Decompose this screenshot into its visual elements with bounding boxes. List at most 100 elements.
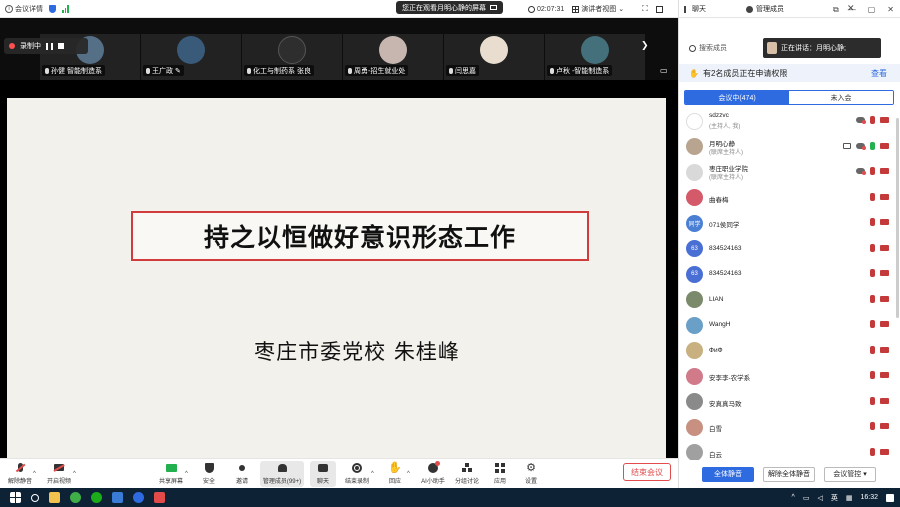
- mic-muted-icon[interactable]: [870, 396, 875, 405]
- security-button[interactable]: 安全: [191, 461, 227, 485]
- fullscreen-icon[interactable]: ⛶: [642, 4, 648, 14]
- camera-off-icon[interactable]: [880, 270, 889, 276]
- member-row[interactable]: 63 834524163: [679, 263, 900, 285]
- camera-off-icon[interactable]: [880, 193, 889, 200]
- ime-grid-icon[interactable]: ▦: [846, 494, 853, 502]
- stop-recording-icon[interactable]: [58, 43, 64, 49]
- window-mode-icon[interactable]: [655, 5, 663, 13]
- start-video-button[interactable]: 开启视频: [41, 461, 77, 485]
- app-icon[interactable]: [112, 492, 123, 503]
- share-screen-button[interactable]: 共享屏幕: [153, 461, 189, 485]
- search-icon[interactable]: [31, 493, 39, 502]
- chat-tab[interactable]: 聊天: [679, 4, 711, 14]
- popout-icon[interactable]: ⧉: [833, 5, 839, 15]
- mic-muted-icon[interactable]: [870, 345, 875, 354]
- camera-off-icon[interactable]: [880, 117, 889, 123]
- video-tile[interactable]: 周勇-招生就业处: [343, 34, 443, 80]
- mic-muted-icon[interactable]: [870, 320, 875, 328]
- minimize-icon[interactable]: —: [848, 5, 856, 14]
- mic-muted-icon[interactable]: [870, 422, 875, 430]
- member-row[interactable]: 白云: [679, 442, 900, 460]
- view-mode-button[interactable]: 演讲者视图 ⌄: [572, 4, 624, 14]
- member-row[interactable]: WangH: [679, 314, 900, 336]
- invite-button[interactable]: 邀请: [224, 461, 260, 485]
- chevron-up-icon[interactable]: ^: [185, 471, 188, 477]
- ai-assistant-button[interactable]: AI小助手: [415, 460, 451, 485]
- member-row[interactable]: 曲春梅: [679, 187, 900, 209]
- mic-muted-icon[interactable]: [870, 447, 875, 456]
- settings-button[interactable]: ⚙ 设置: [513, 461, 549, 485]
- unmute-all-button[interactable]: 解除全体静音: [763, 466, 815, 482]
- member-list-scrollbar[interactable]: [896, 118, 899, 318]
- mic-muted-icon[interactable]: [870, 192, 875, 201]
- wps-icon[interactable]: [154, 492, 165, 503]
- breakout-rooms-button[interactable]: 分组讨论: [449, 461, 485, 485]
- input-language[interactable]: 英: [831, 493, 838, 503]
- tencent-meeting-icon[interactable]: [133, 492, 144, 503]
- member-row[interactable]: 枣庄职业学院 (联席主持人): [679, 161, 900, 183]
- member-row[interactable]: 白雪: [679, 416, 900, 438]
- camera-off-icon[interactable]: [880, 295, 889, 302]
- camera-off-icon[interactable]: [880, 372, 889, 378]
- meeting-control-button[interactable]: 会议管控 ▾: [824, 466, 876, 482]
- members-tab[interactable]: 管理成员: [741, 4, 789, 14]
- network-signal-icon[interactable]: [62, 4, 69, 13]
- mic-muted-icon[interactable]: [870, 116, 875, 124]
- windows-start-icon[interactable]: [10, 492, 21, 503]
- mic-on-icon[interactable]: [870, 141, 875, 150]
- chevron-right-icon[interactable]: ❯: [641, 40, 651, 60]
- notification-icon[interactable]: [886, 493, 894, 502]
- pause-recording-icon[interactable]: [46, 42, 53, 50]
- view-requests-link[interactable]: 查看: [871, 68, 887, 79]
- video-tile[interactable]: 闫思嘉: [444, 34, 544, 80]
- wechat-icon[interactable]: [91, 492, 102, 503]
- stop-recording-button[interactable]: 结束录制: [339, 461, 375, 485]
- browser-icon[interactable]: [70, 492, 81, 503]
- tab-in-meeting[interactable]: 会议中(474): [685, 91, 789, 104]
- video-tile[interactable]: 化工与制药系 张良: [242, 34, 342, 80]
- video-tile[interactable]: 王广政 ✎: [141, 34, 241, 80]
- chevron-up-icon[interactable]: ^: [792, 494, 795, 501]
- security-shield-icon[interactable]: [49, 4, 56, 13]
- collapse-strip-icon[interactable]: ▭: [660, 66, 672, 76]
- camera-off-icon[interactable]: [880, 244, 889, 251]
- member-row[interactable]: 安李李-农学系: [679, 365, 900, 387]
- camera-off-icon[interactable]: [880, 219, 889, 225]
- volume-icon[interactable]: ◁: [817, 494, 822, 502]
- meeting-info-button[interactable]: i 会议详情: [5, 4, 43, 14]
- camera-off-icon[interactable]: [880, 168, 889, 174]
- mic-muted-icon[interactable]: [870, 294, 875, 303]
- close-window-icon[interactable]: ✕: [887, 5, 894, 14]
- video-tile[interactable]: 卢秋 -智能制造系: [545, 34, 645, 80]
- camera-off-icon[interactable]: [880, 448, 889, 455]
- maximize-icon[interactable]: ▢: [868, 5, 876, 14]
- member-row[interactable]: LIAN: [679, 289, 900, 311]
- mic-muted-icon[interactable]: [870, 371, 875, 379]
- camera-off-icon[interactable]: [880, 423, 889, 429]
- chat-button[interactable]: 聊天: [310, 461, 336, 487]
- member-search[interactable]: 搜索成员: [683, 40, 763, 56]
- chevron-up-icon[interactable]: ^: [407, 471, 410, 477]
- mute-all-button[interactable]: 全体静音: [702, 466, 754, 482]
- manage-members-button[interactable]: 管理成员(99+): [260, 461, 304, 487]
- chevron-up-icon[interactable]: ^: [33, 471, 36, 477]
- end-meeting-button[interactable]: 结束会议: [623, 463, 671, 481]
- camera-off-icon[interactable]: [880, 321, 889, 327]
- camera-off-icon[interactable]: [880, 346, 889, 353]
- member-row[interactable]: 同学 071侯同学: [679, 212, 900, 234]
- clock-time[interactable]: 16:32: [860, 494, 878, 501]
- mic-muted-icon[interactable]: [870, 269, 875, 277]
- mic-muted-icon[interactable]: [870, 167, 875, 175]
- member-row[interactable]: 63 834524163: [679, 238, 900, 260]
- member-row[interactable]: sdzzvc (主持人, 我): [679, 110, 900, 132]
- mic-muted-icon[interactable]: [870, 218, 875, 226]
- member-row[interactable]: 月明心静 (联席主持人): [679, 136, 900, 158]
- camera-off-icon[interactable]: [880, 397, 889, 404]
- chevron-up-icon[interactable]: ^: [73, 471, 76, 477]
- file-explorer-icon[interactable]: [49, 492, 60, 503]
- network-icon[interactable]: ▭: [803, 494, 810, 502]
- member-row[interactable]: ФиФ: [679, 340, 900, 362]
- camera-off-icon[interactable]: [880, 142, 889, 149]
- chevron-up-icon[interactable]: ^: [371, 471, 374, 477]
- member-row[interactable]: 安真真马致: [679, 391, 900, 413]
